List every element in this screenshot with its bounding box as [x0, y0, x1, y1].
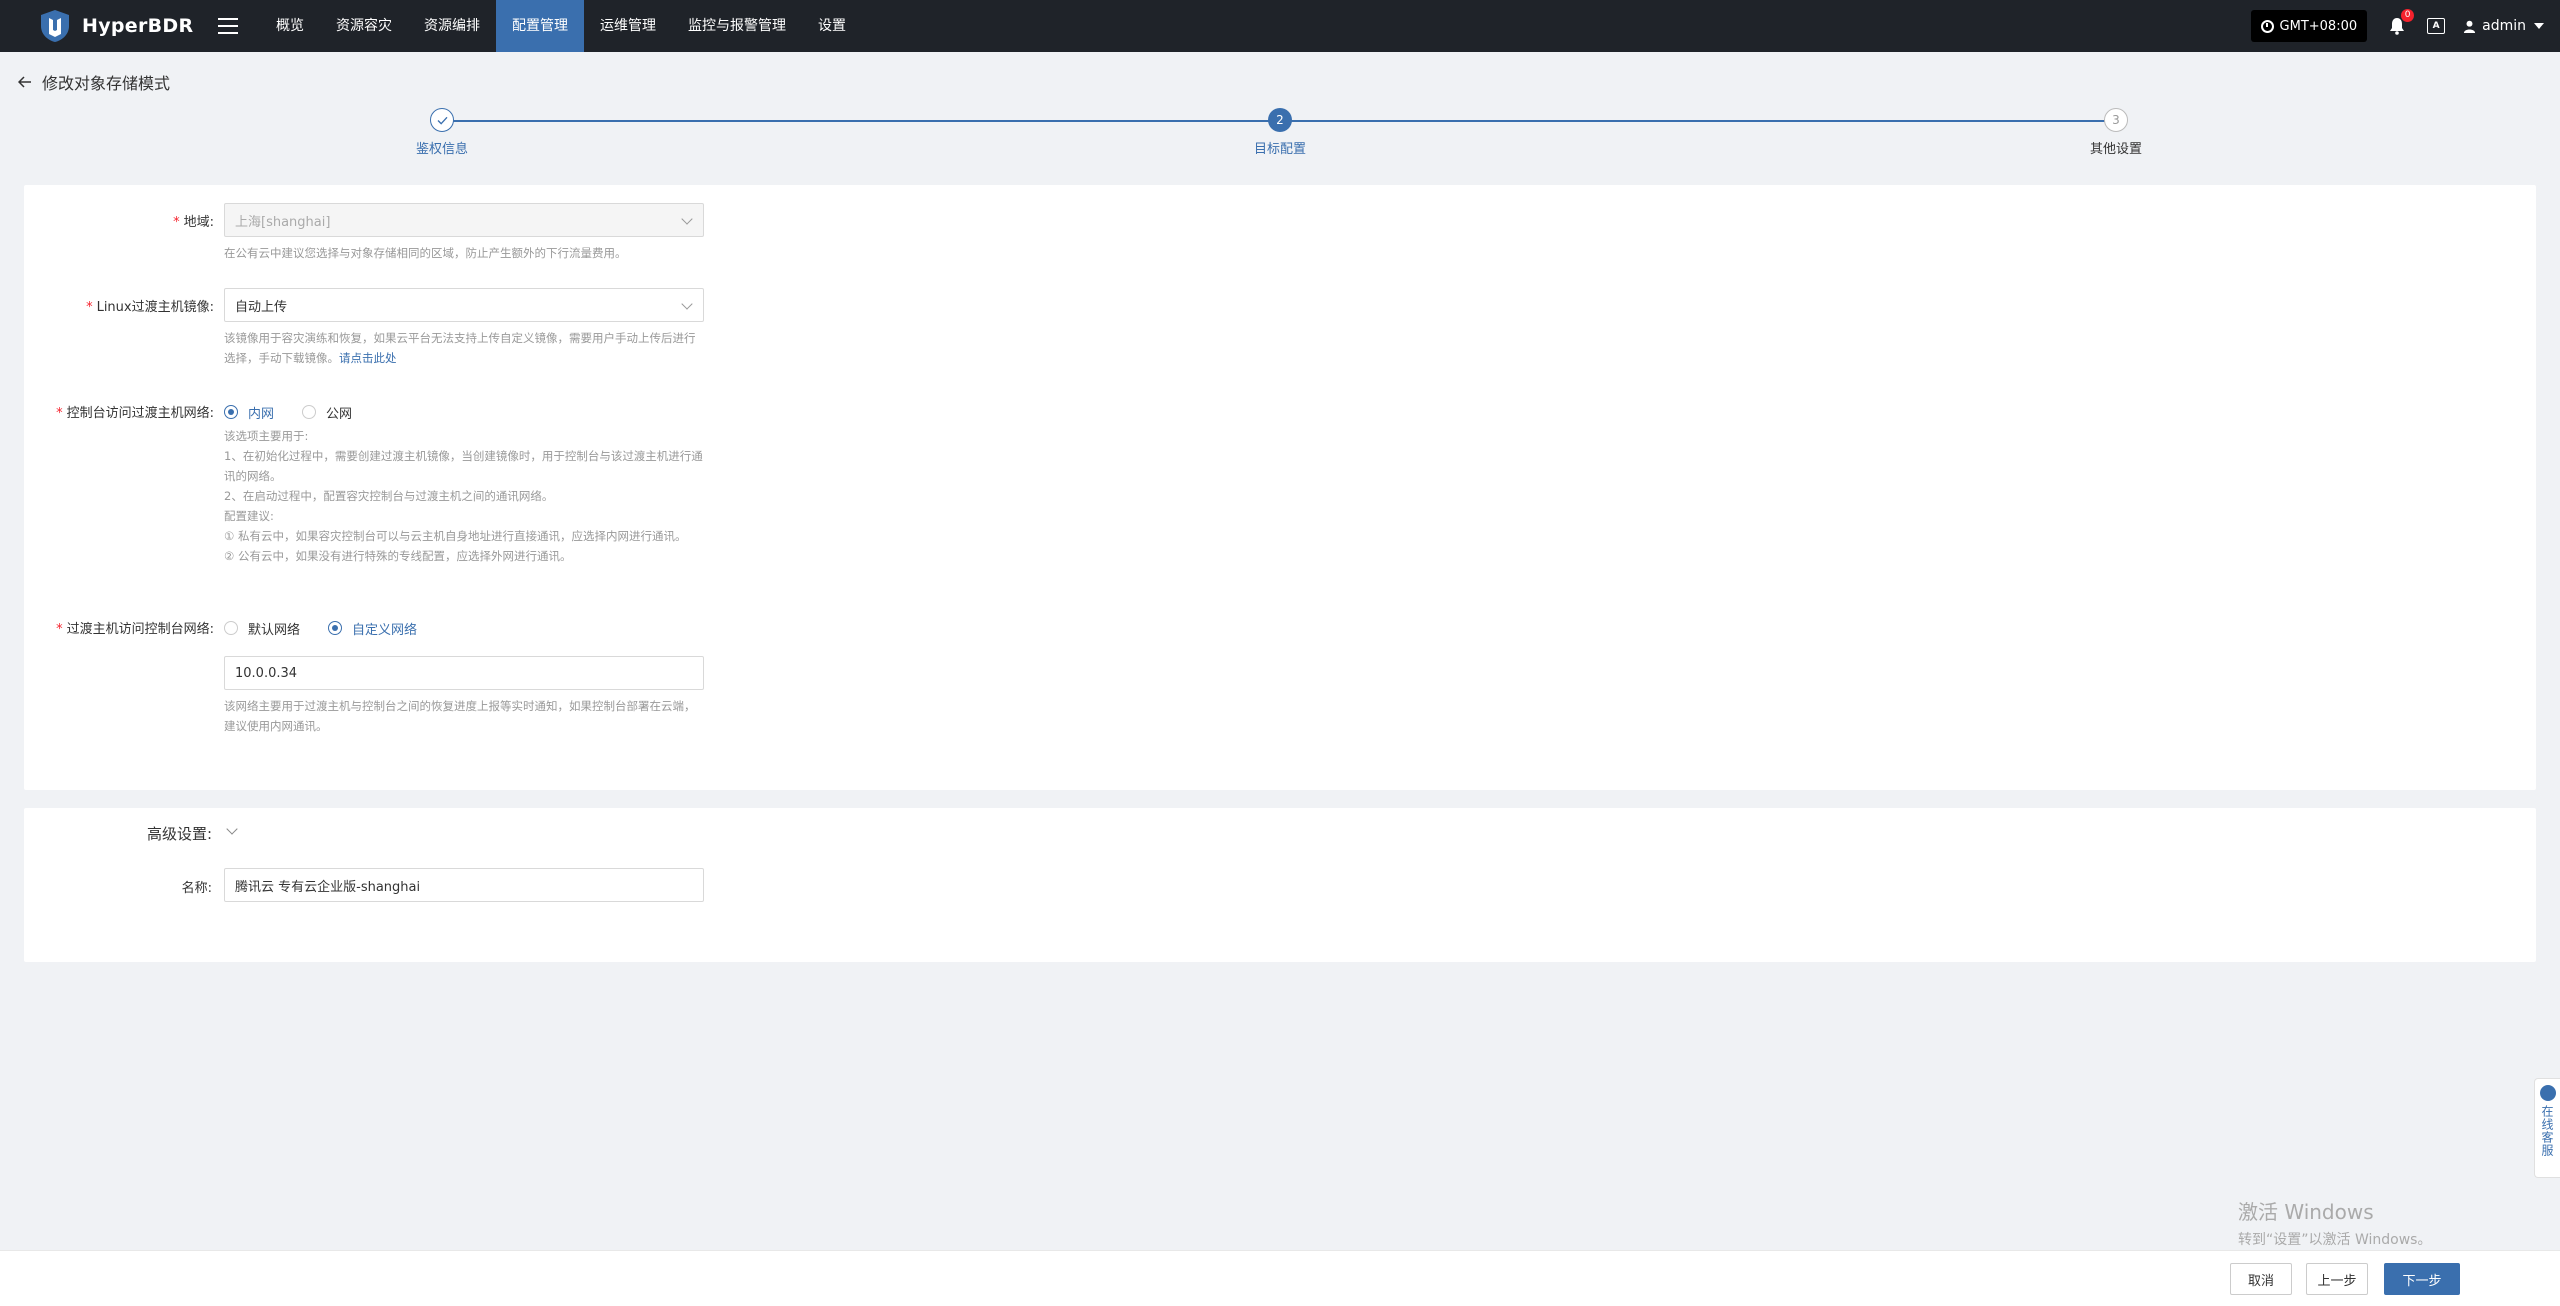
download-image-link[interactable]: 请点击此处 — [339, 351, 397, 365]
nav-item[interactable]: 资源容灾 — [320, 0, 408, 52]
timezone-text: GMT+08:00 — [2279, 18, 2358, 34]
linux-image-help: 该镜像用于容灾演练和恢复，如果云平台无法支持上传自定义镜像，需要用户手动上传后进… — [224, 331, 696, 365]
language-icon[interactable]: A — [2427, 18, 2446, 34]
online-service-label: 在线客服 — [2540, 1105, 2554, 1157]
check-icon — [430, 108, 454, 132]
custom-network-input[interactable] — [224, 656, 704, 690]
prev-step-button[interactable]: 上一步 — [2306, 1263, 2368, 1295]
nav-item[interactable]: 设置 — [802, 0, 862, 52]
step-2-label: 目标配置 — [1253, 142, 1306, 157]
nav-item[interactable]: 运维管理 — [584, 0, 672, 52]
main-nav: 概览 资源容灾 资源编排 配置管理 运维管理 监控与报警管理 设置 — [260, 0, 862, 52]
console-network-radios: 内网 公网 — [224, 402, 704, 422]
linux-image-label: * Linux过渡主机镜像: — [86, 300, 214, 315]
step-3-label: 其他设置 — [2089, 142, 2142, 157]
steps-bar: 鉴权信息 2 目标配置 3 其他设置 — [0, 108, 2560, 160]
alert-bell-icon[interactable]: 0 — [2389, 9, 2415, 35]
step-3-number: 3 — [2104, 108, 2128, 132]
console-network-help: 该选项主要用于: 1、在初始化过程中，需要创建过渡主机镜像，当创建镜像时，用于控… — [224, 429, 703, 563]
step-3: 3 其他设置 — [2016, 108, 2216, 157]
step-line-2 — [1280, 120, 2116, 122]
host-network-label: * 过渡主机访问控制台网络: — [56, 622, 214, 637]
user-name: admin — [2482, 18, 2526, 34]
app-name: HyperBDR — [82, 15, 194, 37]
target-config-card: * 地域: 上海[shanghai] 在公有云中建议您选择与对象存储相同的区域，防… — [24, 185, 2536, 790]
advanced-settings-card: 高级设置: 名称: — [24, 808, 2536, 962]
radio-public[interactable]: 公网 — [302, 403, 352, 422]
step-2: 2 目标配置 — [1180, 108, 1380, 157]
shield-logo-icon — [41, 10, 69, 42]
online-service-tab[interactable]: 在线客服 — [2534, 1078, 2560, 1178]
region-select: 上海[shanghai] — [224, 203, 704, 237]
footer-bar: 取消 上一步 下一步 — [0, 1250, 2560, 1306]
region-help: 在公有云中建议您选择与对象存储相同的区域，防止产生额外的下行流量费用。 — [224, 246, 627, 260]
advanced-settings-label: 高级设置: — [146, 825, 212, 843]
cancel-button[interactable]: 取消 — [2230, 1263, 2292, 1295]
clock-icon — [2260, 19, 2274, 33]
page-title: 修改对象存储模式 — [42, 74, 171, 93]
name-input[interactable] — [224, 868, 704, 902]
region-label: * 地域: — [173, 215, 214, 230]
name-label: 名称: — [181, 881, 212, 896]
nav-item[interactable]: 概览 — [260, 0, 320, 52]
back-link[interactable]: 修改对象存储模式 — [18, 70, 170, 94]
headset-icon — [2539, 1085, 2556, 1101]
host-network-radios: 默认网络 自定义网络 — [224, 618, 704, 638]
caret-down-icon — [2534, 23, 2544, 29]
next-step-button[interactable]: 下一步 — [2384, 1263, 2460, 1295]
nav-item[interactable]: 配置管理 — [496, 0, 584, 52]
user-menu[interactable]: admin — [2463, 18, 2544, 34]
step-1: 鉴权信息 — [342, 108, 542, 157]
radio-intranet[interactable]: 内网 — [224, 403, 274, 422]
linux-image-select[interactable]: 自动上传 — [224, 288, 704, 322]
windows-activation-watermark: 激活 Windows 转到“设置”以激活 Windows。 — [2238, 1200, 2432, 1248]
timezone-display[interactable]: GMT+08:00 — [2250, 10, 2368, 42]
nav-item[interactable]: 监控与报警管理 — [672, 0, 802, 52]
console-network-label: * 控制台访问过渡主机网络: — [56, 406, 214, 421]
logo[interactable]: HyperBDR — [38, 8, 200, 44]
nav-item[interactable]: 资源编排 — [408, 0, 496, 52]
chevron-down-icon[interactable] — [226, 823, 238, 835]
step-1-label: 鉴权信息 — [415, 142, 468, 157]
chevron-down-icon — [681, 213, 693, 225]
step-2-number: 2 — [1268, 108, 1292, 132]
step-line-1 — [442, 120, 1280, 122]
user-icon — [2464, 20, 2476, 33]
top-bar: HyperBDR 概览 资源容灾 资源编排 配置管理 运维管理 监控与报警管理 设置 GMT… — [0, 0, 2560, 52]
menu-toggle-icon[interactable] — [218, 18, 238, 34]
host-network-help: 该网络主要用于过渡主机与控制台之间的恢复进度上报等实时通知，如果控制台部署在云端… — [224, 699, 696, 733]
radio-default-network[interactable]: 默认网络 — [224, 619, 300, 638]
arrow-left-icon — [18, 76, 31, 88]
chevron-down-icon — [681, 298, 693, 310]
radio-custom-network[interactable]: 自定义网络 — [328, 619, 417, 638]
alert-count-badge: 0 — [2401, 9, 2415, 22]
